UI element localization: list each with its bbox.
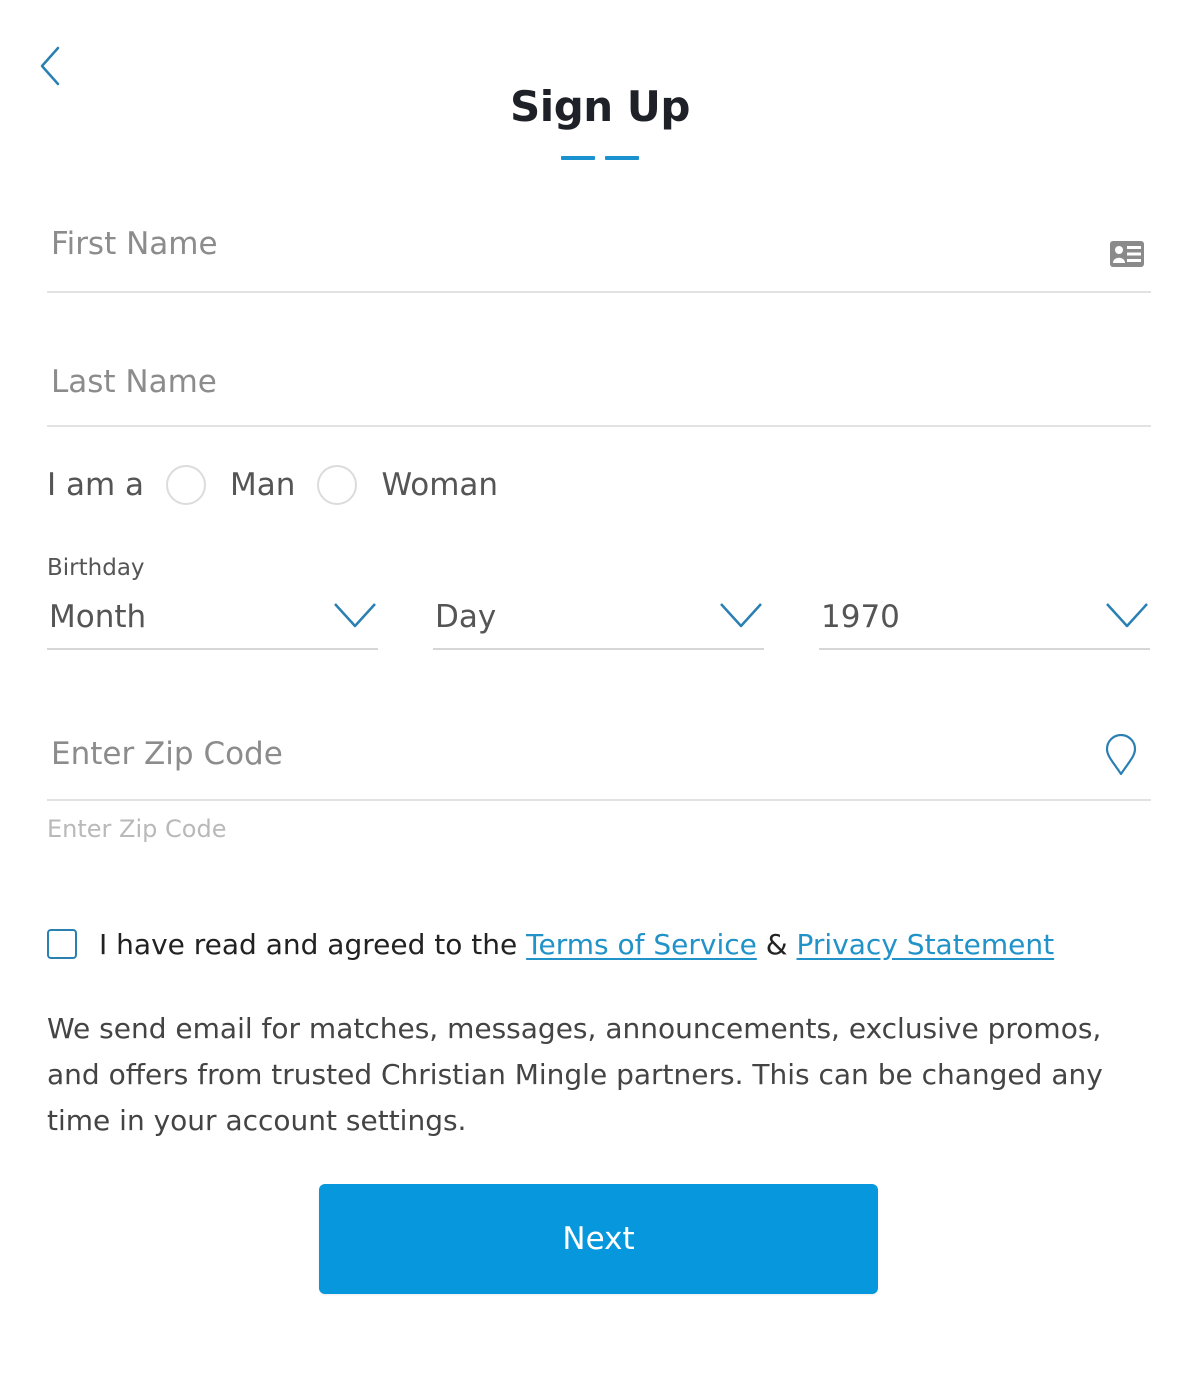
chevron-down-icon [720, 603, 762, 628]
terms-of-service-link[interactable]: Terms of Service [526, 928, 757, 961]
gender-label: I am a [47, 467, 145, 503]
first-name-field-wrapper [47, 214, 1151, 293]
zip-hint: Enter Zip Code [47, 815, 227, 843]
chevron-down-icon [334, 603, 376, 628]
month-select-value: Month [49, 599, 147, 635]
day-select[interactable]: Day [433, 596, 764, 650]
map-pin-icon[interactable] [1103, 734, 1139, 776]
step-dash [605, 156, 639, 160]
radio-woman-label[interactable]: Woman [381, 467, 498, 503]
next-button[interactable]: Next [319, 1184, 878, 1294]
radio-man-label[interactable]: Man [230, 467, 295, 503]
step-indicator [561, 156, 639, 161]
last-name-field-wrapper [47, 352, 1151, 427]
zip-code-input[interactable] [51, 732, 1051, 776]
radio-man[interactable] [166, 465, 207, 505]
email-disclaimer: We send email for matches, messages, ann… [47, 1012, 1103, 1137]
terms-checkbox[interactable] [47, 929, 77, 959]
zip-field-wrapper [47, 722, 1151, 801]
year-select[interactable]: 1970 [819, 596, 1150, 650]
gender-selector: I am a Man Woman [47, 460, 520, 510]
chevron-down-icon [1106, 603, 1148, 628]
first-name-input[interactable] [51, 222, 1051, 266]
radio-woman[interactable] [317, 465, 358, 505]
month-select[interactable]: Month [47, 596, 378, 650]
terms-joiner: & [765, 927, 788, 961]
page-title: Sign Up [510, 82, 690, 131]
terms-agreement: I have read and agreed to the Terms of S… [47, 922, 1054, 966]
birthday-label: Birthday [47, 555, 145, 581]
last-name-input[interactable] [51, 360, 1051, 404]
step-dash [561, 156, 595, 160]
terms-prefix: I have read and agreed to the [99, 927, 518, 961]
year-select-value: 1970 [821, 599, 900, 635]
contact-card-icon [1110, 241, 1144, 267]
day-select-value: Day [435, 599, 497, 635]
privacy-statement-link[interactable]: Privacy Statement [797, 928, 1055, 961]
